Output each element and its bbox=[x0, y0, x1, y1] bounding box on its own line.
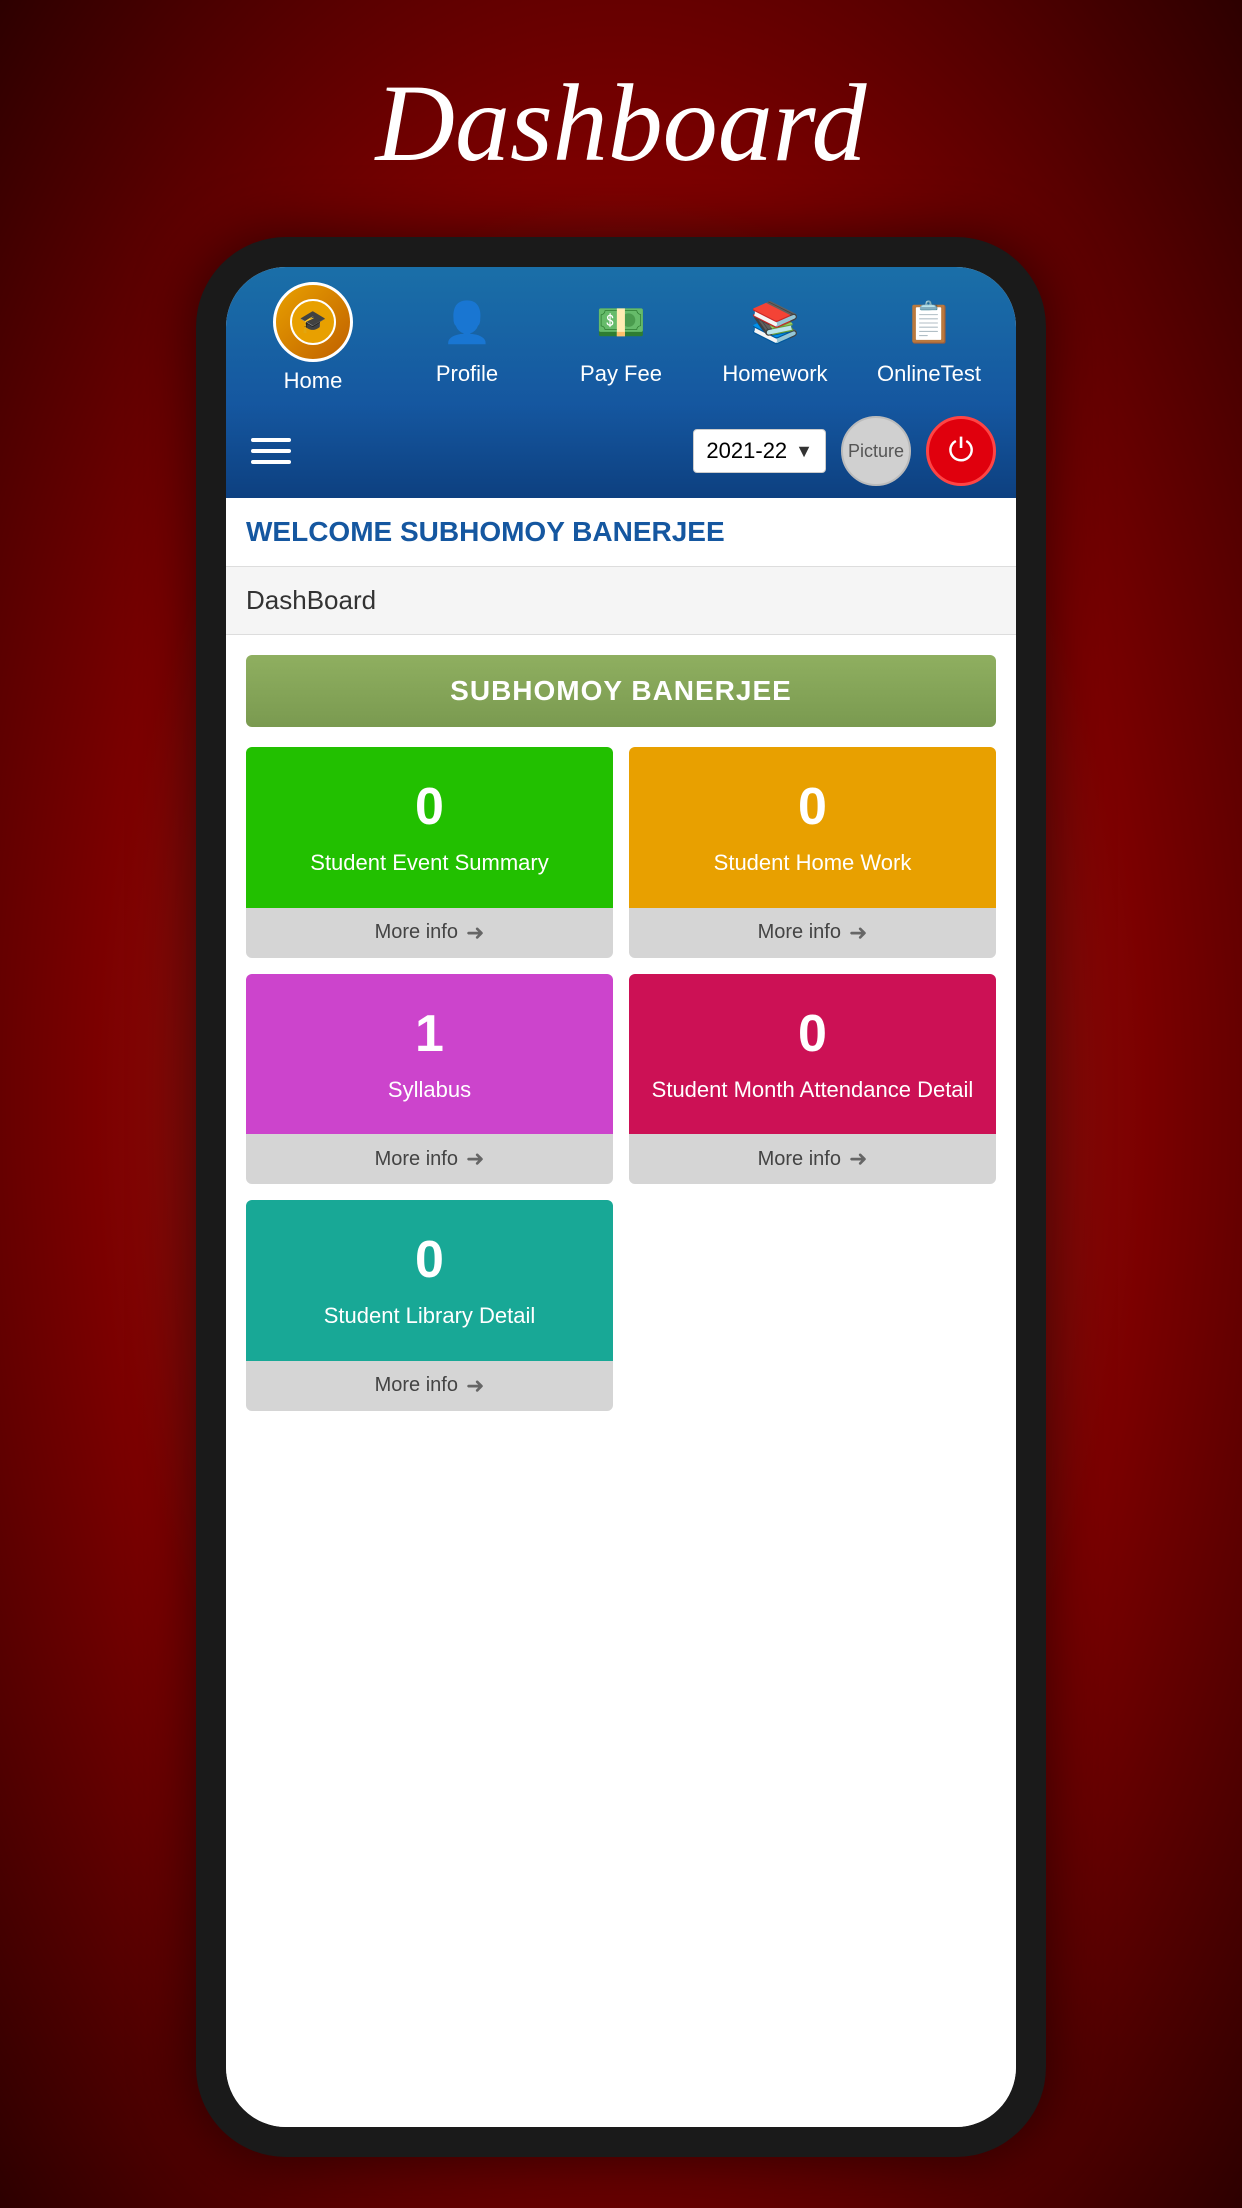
card-attendance-more-info: More info bbox=[758, 1148, 841, 1171]
card-syllabus-label: Syllabus bbox=[388, 1076, 471, 1105]
arrow-right-icon: ➜ bbox=[466, 920, 484, 946]
card-event-footer[interactable]: More info ➜ bbox=[246, 908, 613, 958]
dashboard-breadcrumb: DashBoard bbox=[246, 585, 376, 615]
picture-label: Picture bbox=[848, 441, 904, 462]
card-syllabus-footer[interactable]: More info ➜ bbox=[246, 1134, 613, 1184]
dashboard-label-section: DashBoard bbox=[226, 567, 1016, 635]
svg-text:🎓: 🎓 bbox=[299, 309, 326, 334]
phone-screen: 🎓 Home 👤 Profile 💵 Pay Fee 📚 Homework bbox=[226, 267, 1016, 2127]
card-library-value: 0 bbox=[415, 1230, 444, 1290]
card-homework-value: 0 bbox=[798, 777, 827, 837]
hamburger-line-1 bbox=[251, 438, 291, 442]
arrow-right-icon-3: ➜ bbox=[466, 1146, 484, 1172]
welcome-section: WELCOME SUBHOMOY BANERJEE bbox=[226, 498, 1016, 567]
card-syllabus-more-info: More info bbox=[375, 1148, 458, 1171]
nav-home-label: Home bbox=[284, 368, 343, 394]
card-event-more-info: More info bbox=[375, 921, 458, 944]
payfee-icon: 💵 bbox=[589, 290, 654, 355]
power-button[interactable]: ⏻ bbox=[926, 416, 996, 486]
card-library-more-info: More info bbox=[375, 1374, 458, 1397]
hamburger-menu[interactable] bbox=[246, 433, 296, 469]
phone-frame: 🎓 Home 👤 Profile 💵 Pay Fee 📚 Homework bbox=[196, 237, 1046, 2157]
year-value: 2021-22 bbox=[706, 438, 787, 464]
year-selector[interactable]: 2021-22 ▼ bbox=[693, 429, 826, 473]
card-syllabus-value: 1 bbox=[415, 1004, 444, 1064]
hamburger-line-3 bbox=[251, 460, 291, 464]
card-homework-label: Student Home Work bbox=[714, 849, 912, 878]
toolbar: 2021-22 ▼ Picture ⏻ bbox=[226, 404, 1016, 498]
arrow-right-icon-5: ➜ bbox=[466, 1373, 484, 1399]
arrow-right-icon-2: ➜ bbox=[849, 920, 867, 946]
card-event-value: 0 bbox=[415, 777, 444, 837]
nav-onlinetest-label: OnlineTest bbox=[877, 361, 981, 387]
card-event-label: Student Event Summary bbox=[310, 849, 548, 878]
power-icon: ⏻ bbox=[948, 432, 973, 470]
card-attendance[interactable]: 0 Student Month Attendance Detail More i… bbox=[629, 974, 996, 1185]
card-attendance-label: Student Month Attendance Detail bbox=[652, 1076, 974, 1105]
card-student-homework[interactable]: 0 Student Home Work More info ➜ bbox=[629, 747, 996, 958]
nav-homework-label: Homework bbox=[722, 361, 827, 387]
card-grid: 0 Student Event Summary More info ➜ 0 St… bbox=[246, 747, 996, 1411]
nav-bar: 🎓 Home 👤 Profile 💵 Pay Fee 📚 Homework bbox=[226, 267, 1016, 404]
card-attendance-footer[interactable]: More info ➜ bbox=[629, 1134, 996, 1184]
nav-item-homework[interactable]: 📚 Homework bbox=[715, 290, 835, 387]
hamburger-line-2 bbox=[251, 449, 291, 453]
chevron-down-icon: ▼ bbox=[795, 441, 813, 462]
nav-item-profile[interactable]: 👤 Profile bbox=[407, 290, 527, 387]
nav-profile-label: Profile bbox=[436, 361, 498, 387]
nav-item-onlinetest[interactable]: 📋 OnlineTest bbox=[869, 290, 989, 387]
card-attendance-value: 0 bbox=[798, 1004, 827, 1064]
nav-item-payfee[interactable]: 💵 Pay Fee bbox=[561, 290, 681, 387]
card-library[interactable]: 0 Student Library Detail More info ➜ bbox=[246, 1200, 613, 1411]
onlinetest-icon: 📋 bbox=[897, 290, 962, 355]
student-name-banner: SUBHOMOY BANERJEE bbox=[246, 655, 996, 727]
picture-button[interactable]: Picture bbox=[841, 416, 911, 486]
school-logo-icon: 🎓 bbox=[273, 282, 353, 362]
profile-icon: 👤 bbox=[435, 290, 500, 355]
card-library-footer[interactable]: More info ➜ bbox=[246, 1361, 613, 1411]
page-title: Dashboard bbox=[0, 0, 1242, 237]
card-homework-more-info: More info bbox=[758, 921, 841, 944]
card-student-event[interactable]: 0 Student Event Summary More info ➜ bbox=[246, 747, 613, 958]
welcome-message: WELCOME SUBHOMOY BANERJEE bbox=[246, 516, 725, 547]
student-name: SUBHOMOY BANERJEE bbox=[450, 675, 792, 706]
arrow-right-icon-4: ➜ bbox=[849, 1146, 867, 1172]
card-homework-footer[interactable]: More info ➜ bbox=[629, 908, 996, 958]
nav-payfee-label: Pay Fee bbox=[580, 361, 662, 387]
homework-icon: 📚 bbox=[743, 290, 808, 355]
card-library-label: Student Library Detail bbox=[324, 1302, 536, 1331]
nav-item-home[interactable]: 🎓 Home bbox=[253, 282, 373, 394]
card-syllabus[interactable]: 1 Syllabus More info ➜ bbox=[246, 974, 613, 1185]
dashboard-content: SUBHOMOY BANERJEE 0 Student Event Summar… bbox=[226, 635, 1016, 2127]
